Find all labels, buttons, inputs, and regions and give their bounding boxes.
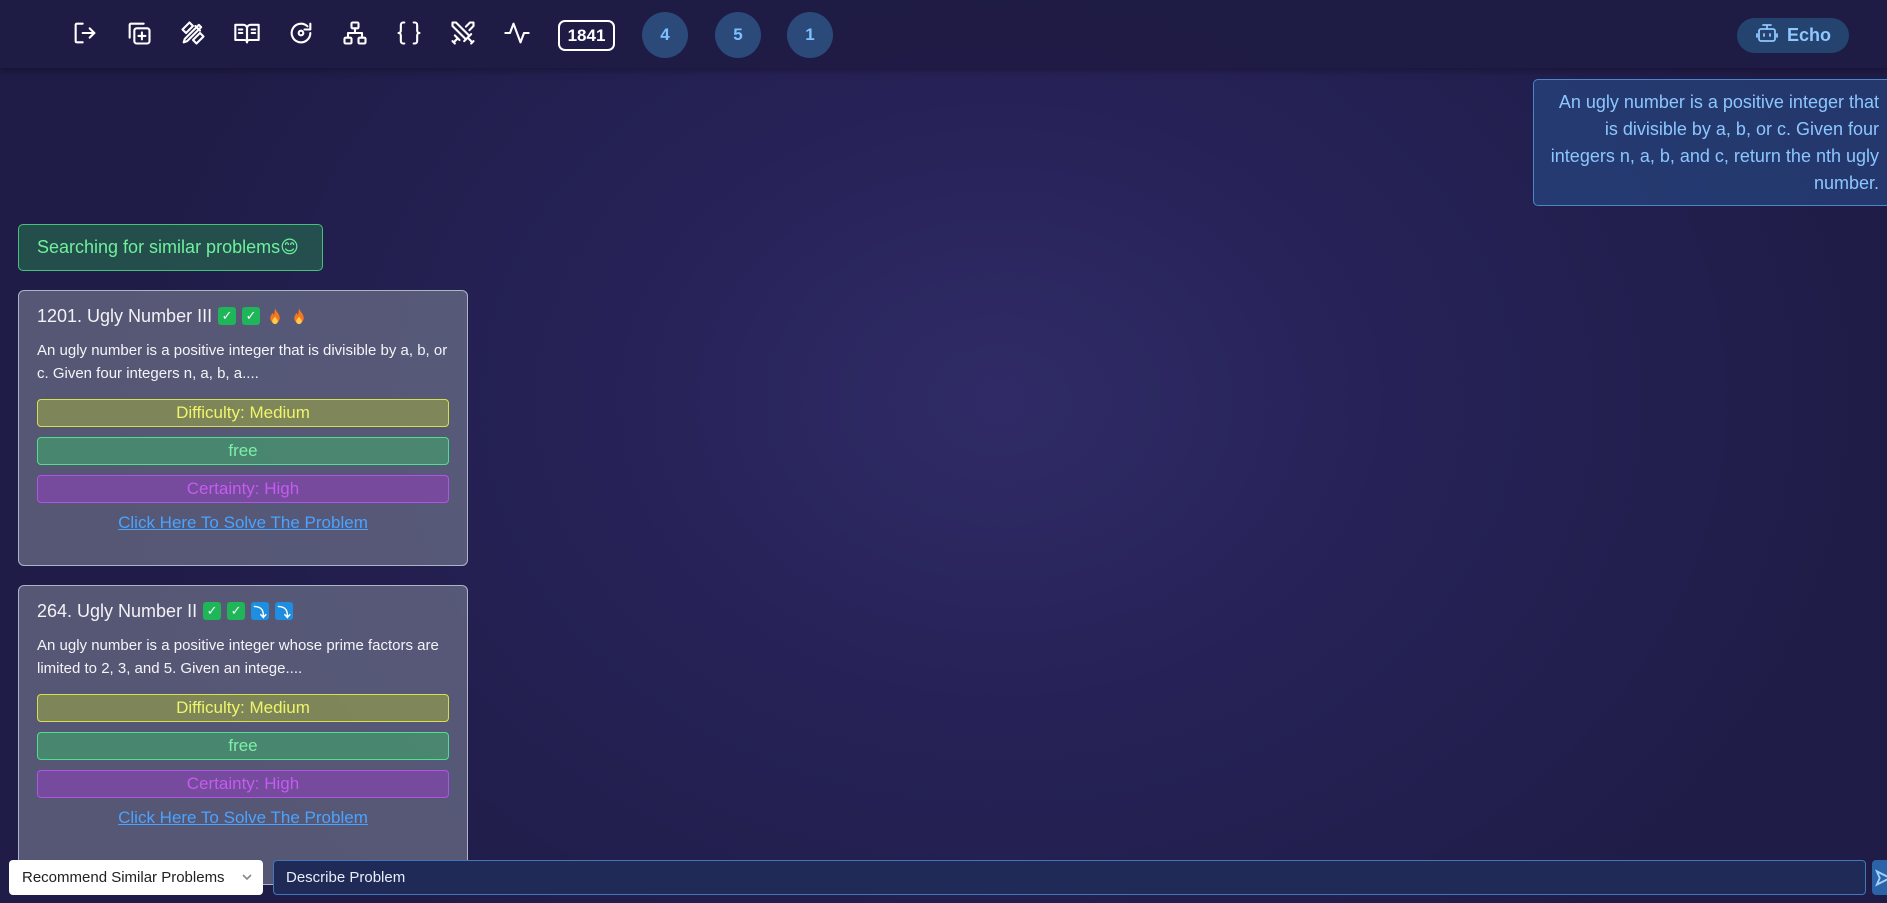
check-icon: ✓ bbox=[203, 602, 222, 620]
fire-icon bbox=[290, 306, 308, 326]
stat-circle-3[interactable]: 1 bbox=[787, 12, 833, 58]
solve-problem-link[interactable]: Click Here To Solve The Problem bbox=[37, 513, 449, 533]
arrow-down-icon: ⤵ bbox=[275, 602, 294, 620]
book-open-icon[interactable] bbox=[230, 16, 264, 50]
solve-problem-link[interactable]: Click Here To Solve The Problem bbox=[37, 808, 449, 828]
problem-card: 264. Ugly Number II ✓ ✓ ⤵ ⤵ An ugly numb… bbox=[18, 585, 468, 885]
braces-icon[interactable] bbox=[392, 16, 426, 50]
certainty-badge: Certainty: High bbox=[37, 770, 449, 798]
access-badge: free bbox=[37, 732, 449, 760]
check-icon: ✓ bbox=[242, 307, 261, 325]
problem-title: 264. Ugly Number II bbox=[37, 600, 198, 621]
chevron-down-icon bbox=[241, 870, 253, 882]
problem-title-row: 1201. Ugly Number III ✓ ✓ bbox=[37, 303, 449, 329]
bot-icon bbox=[1755, 21, 1779, 50]
send-button[interactable] bbox=[1872, 860, 1887, 895]
stat-circle-2[interactable]: 5 bbox=[715, 12, 761, 58]
echo-label: Echo bbox=[1786, 25, 1831, 45]
arrow-down-icon: ⤵ bbox=[251, 602, 270, 620]
refresh-icon[interactable] bbox=[284, 16, 318, 50]
copy-plus-icon[interactable] bbox=[122, 16, 156, 50]
pencil-ruler-icon[interactable] bbox=[176, 16, 210, 50]
problem-input-value: Describe Problem bbox=[286, 869, 406, 886]
mode-select-value: Recommend Similar Problems bbox=[22, 869, 225, 886]
problem-title-row: 264. Ugly Number II ✓ ✓ ⤵ ⤵ bbox=[37, 598, 449, 624]
certainty-badge: Certainty: High bbox=[37, 475, 449, 503]
problem-input[interactable]: Describe Problem bbox=[273, 860, 1866, 895]
check-icon: ✓ bbox=[227, 602, 246, 620]
problem-title: 1201. Ugly Number III bbox=[37, 305, 213, 326]
user-message-bubble: An ugly number is a positive integer tha… bbox=[1533, 79, 1887, 206]
top-toolbar: 1841 4 5 1 Echo bbox=[0, 0, 1887, 68]
stat-circle-1[interactable]: 4 bbox=[642, 12, 688, 58]
difficulty-badge: Difficulty: Medium bbox=[37, 399, 449, 427]
fire-icon bbox=[266, 306, 284, 326]
mode-select[interactable]: Recommend Similar Problems bbox=[9, 860, 263, 895]
activity-icon[interactable] bbox=[500, 16, 534, 50]
send-icon bbox=[1875, 868, 1887, 887]
check-icon: ✓ bbox=[218, 307, 237, 325]
network-icon[interactable] bbox=[338, 16, 372, 50]
swords-icon[interactable] bbox=[446, 16, 480, 50]
access-badge: free bbox=[37, 437, 449, 465]
problem-card: 1201. Ugly Number III ✓ ✓ An ugly number… bbox=[18, 290, 468, 566]
search-status-message: Searching for similar problems😊 bbox=[18, 224, 323, 271]
problem-count-badge[interactable]: 1841 bbox=[558, 20, 615, 51]
logout-icon[interactable] bbox=[68, 16, 102, 50]
echo-button[interactable]: Echo bbox=[1737, 18, 1849, 53]
problem-description: An ugly number is a positive integer tha… bbox=[37, 342, 448, 382]
difficulty-badge: Difficulty: Medium bbox=[37, 694, 449, 722]
problem-description: An ugly number is a positive integer who… bbox=[37, 637, 439, 677]
